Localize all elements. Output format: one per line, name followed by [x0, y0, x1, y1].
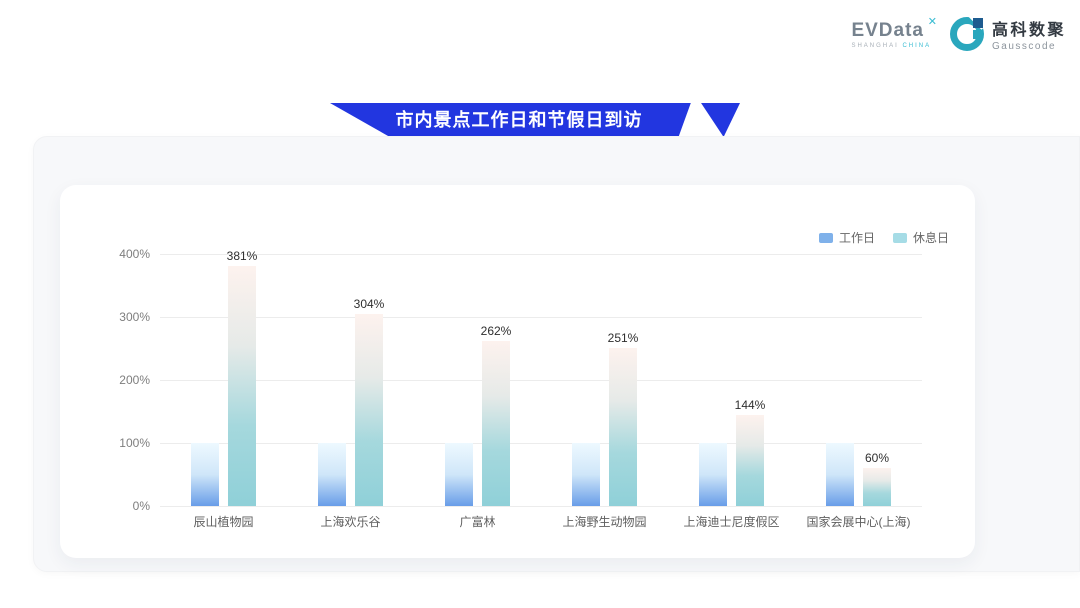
g-navy-square	[973, 18, 983, 28]
category-band: 251%	[541, 254, 668, 506]
category-band: 262%	[414, 254, 541, 506]
chart-card: 工作日 休息日 0% 100% 200% 300% 400% 381% 304% 262% 25…	[60, 185, 975, 558]
bar-workday[interactable]	[318, 443, 346, 506]
title-banner: 市内景点工作日和节假日到访车量对比	[330, 103, 740, 137]
plot-area: 381% 304% 262% 251% 144% 60%	[160, 254, 922, 506]
gausscode-logo: 高科数聚 Gausscode	[950, 16, 1066, 52]
x-category-label: 国家会展中心(上海)	[795, 513, 922, 530]
y-tick-label: 100%	[119, 436, 150, 450]
bar-workday[interactable]	[191, 443, 219, 506]
bar-group: 304%	[318, 254, 383, 506]
bar-group: 251%	[572, 254, 637, 506]
category-band: 60%	[795, 254, 922, 506]
bar-value-label: 144%	[735, 398, 766, 412]
bar-group: 262%	[445, 254, 510, 506]
bar-workday[interactable]	[826, 443, 854, 506]
bar-workday[interactable]	[445, 443, 473, 506]
bar-restday[interactable]: 251%	[609, 348, 637, 506]
page-title: 市内景点工作日和节假日到访车量对比	[390, 103, 648, 137]
x-category-label: 广富林	[414, 513, 541, 530]
legend-item-restday[interactable]: 休息日	[893, 229, 949, 246]
legend-swatch	[819, 233, 833, 243]
gausscode-text: 高科数聚 Gausscode	[992, 16, 1066, 52]
x-category-label: 上海迪士尼度假区	[668, 513, 795, 530]
x-axis: 辰山植物园上海欢乐谷广富林上海野生动物园上海迪士尼度假区国家会展中心(上海)	[160, 513, 922, 530]
bar-restday[interactable]: 262%	[482, 341, 510, 506]
category-band: 144%	[668, 254, 795, 506]
bands: 381% 304% 262% 251% 144% 60%	[160, 254, 922, 506]
legend-label: 工作日	[839, 229, 875, 246]
bar-restday[interactable]: 60%	[863, 468, 891, 506]
y-tick-label: 200%	[119, 373, 150, 387]
y-tick-label: 300%	[119, 310, 150, 324]
legend-item-workday[interactable]: 工作日	[819, 229, 875, 246]
evdata-wordmark-text: EVData	[851, 20, 924, 41]
header-logos: EVData ✕ SHANGHAI CHINA 高科数聚 Gausscode	[851, 16, 1066, 52]
evdata-subtext-china: CHINA	[902, 43, 931, 49]
category-band: 381%	[160, 254, 287, 506]
bar-group: 60%	[826, 254, 891, 506]
bar-restday[interactable]: 144%	[736, 415, 764, 506]
gausscode-g-icon	[950, 17, 984, 51]
chart-legend: 工作日 休息日	[819, 229, 949, 246]
bar-value-label: 304%	[354, 297, 385, 311]
legend-label: 休息日	[913, 229, 949, 246]
g-teal-square	[973, 30, 982, 39]
x-category-label: 辰山植物园	[160, 513, 287, 530]
x-category-label: 上海野生动物园	[541, 513, 668, 530]
evdata-x-icon: ✕	[928, 15, 938, 28]
y-axis: 0%100%200%300%400%	[60, 254, 150, 506]
bar-value-label: 60%	[865, 451, 889, 465]
bar-workday[interactable]	[572, 443, 600, 506]
gausscode-cn-label: 高科数聚	[992, 16, 1066, 40]
bar-value-label: 262%	[481, 324, 512, 338]
evdata-subtext-shanghai: SHANGHAI	[851, 43, 902, 49]
evdata-subtext: SHANGHAI CHINA	[851, 43, 931, 49]
evdata-logo: EVData ✕ SHANGHAI CHINA	[851, 20, 936, 49]
bar-group: 144%	[699, 254, 764, 506]
category-band: 304%	[287, 254, 414, 506]
bar-restday[interactable]: 304%	[355, 314, 383, 506]
legend-swatch	[893, 233, 907, 243]
x-category-label: 上海欢乐谷	[287, 513, 414, 530]
bar-value-label: 381%	[227, 249, 258, 263]
bar-value-label: 251%	[608, 331, 639, 345]
evdata-wordmark: EVData ✕	[851, 20, 936, 42]
bar-workday[interactable]	[699, 443, 727, 506]
bar-restday[interactable]: 381%	[228, 266, 256, 506]
gausscode-en-label: Gausscode	[992, 41, 1066, 52]
y-tick-label: 400%	[119, 247, 150, 261]
y-tick-label: 0%	[133, 499, 150, 513]
bar-group: 381%	[191, 254, 256, 506]
